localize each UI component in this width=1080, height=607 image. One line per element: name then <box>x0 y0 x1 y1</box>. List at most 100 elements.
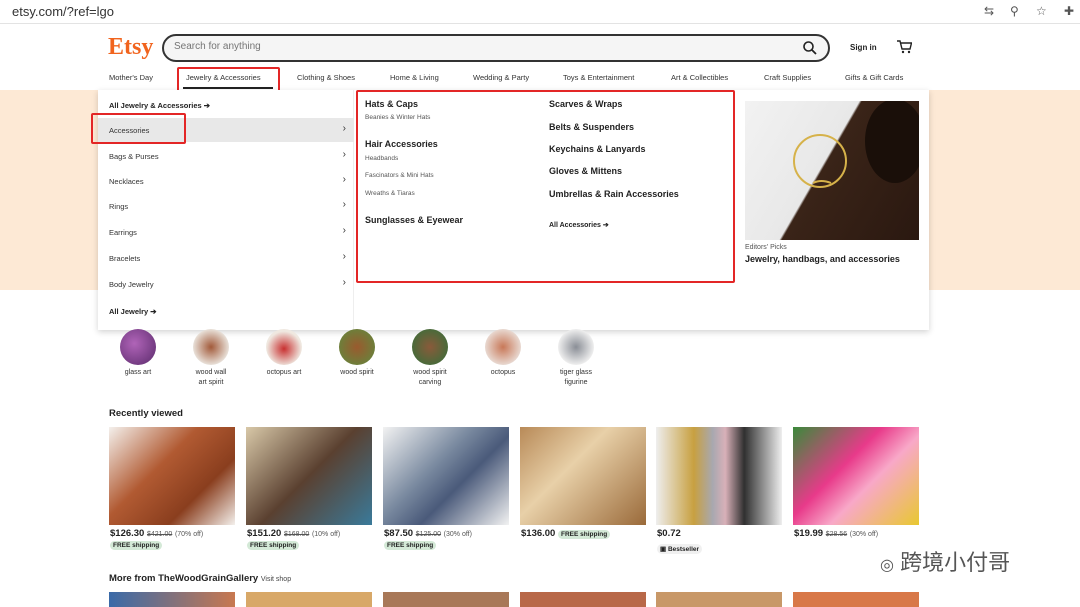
menu-item-body-jewelry[interactable]: Body Jewelry › <box>98 272 354 296</box>
product-price: $151.20 <box>247 528 282 539</box>
arrow-right-icon: ➔ <box>150 307 157 316</box>
product-original-price: $125.00 <box>415 531 442 538</box>
nav-art-collectibles[interactable]: Art & Collectibles <box>671 73 728 82</box>
product-image[interactable] <box>246 427 372 525</box>
product-original-price: $421.00 <box>146 531 173 538</box>
highlight-box-accessories <box>91 113 186 144</box>
search-circle-image[interactable] <box>412 329 448 365</box>
all-jewelry-label: All Jewelry <box>109 307 149 316</box>
nav-clothing-shoes[interactable]: Clothing & Shoes <box>297 73 355 82</box>
watermark: ◎ 跨境小付哥 <box>880 545 1010 577</box>
menu-item-label: Necklaces <box>109 177 144 186</box>
search-label[interactable]: tiger glass figurine <box>546 368 606 388</box>
search-label-line1: wood spirit <box>413 369 447 376</box>
product-discount: (70% off) <box>174 531 204 538</box>
product-price-row: $136.00 FREE shipping <box>521 528 611 539</box>
nav-gifts-gift-cards[interactable]: Gifts & Gift Cards <box>845 73 903 82</box>
all-jewelry-link[interactable]: All Jewelry ➔ <box>109 307 157 316</box>
product-price-row: $87.50 $125.00 (30% off) <box>384 528 472 539</box>
search-label[interactable]: glass art <box>108 368 168 378</box>
product-image[interactable] <box>520 427 646 525</box>
free-shipping-badge: FREE shipping <box>557 530 611 539</box>
cart-icon[interactable] <box>896 40 912 54</box>
bookmark-star-icon[interactable]: ☆ <box>1036 4 1047 18</box>
more-from-title: More from TheWoodGrainGallery Visit shop <box>109 573 291 584</box>
search-label-line1: octopus <box>490 369 516 376</box>
search-bar[interactable] <box>162 34 830 62</box>
chevron-right-icon: › <box>342 174 346 185</box>
product-discount: (30% off) <box>443 531 472 538</box>
browser-address-bar[interactable]: etsy.com/?ref=lgo ⇆ ⚲ ☆ ✚ <box>0 0 1080 24</box>
wechat-icon: ◎ <box>880 557 894 574</box>
editors-picks-image[interactable] <box>745 101 919 240</box>
search-label-line2: art spirit <box>198 379 224 386</box>
shop-item-image[interactable] <box>109 592 235 607</box>
product-original-price: $28.56 <box>825 531 848 538</box>
zoom-icon[interactable]: ⚲ <box>1010 4 1019 18</box>
product-original-price: $168.00 <box>283 531 310 538</box>
search-circle-image[interactable] <box>120 329 156 365</box>
search-label-line1: tiger glass <box>560 369 592 376</box>
sign-in-link[interactable]: Sign in <box>850 43 877 52</box>
search-circle-image[interactable] <box>558 329 594 365</box>
menu-item-label: Earrings <box>109 228 137 237</box>
search-circle-image[interactable] <box>266 329 302 365</box>
all-jewelry-accessories-link[interactable]: All Jewelry & Accessories ➔ <box>109 101 210 110</box>
nav-home-living[interactable]: Home & Living <box>390 73 439 82</box>
product-image[interactable] <box>793 427 919 525</box>
search-label[interactable]: wood spirit <box>327 368 387 378</box>
nav-wedding-party[interactable]: Wedding & Party <box>473 73 529 82</box>
menu-item-bracelets[interactable]: Bracelets › <box>98 246 354 270</box>
menu-item-rings[interactable]: Rings › <box>98 194 354 218</box>
shop-item-image[interactable] <box>246 592 372 607</box>
search-label[interactable]: wood wall art spirit <box>181 368 241 388</box>
search-label[interactable]: octopus <box>473 368 533 378</box>
free-shipping-badge: FREE shipping <box>247 541 300 550</box>
product-discount: (30% off) <box>849 531 879 538</box>
search-label[interactable]: octopus art <box>254 368 314 378</box>
extensions-icon[interactable]: ✚ <box>1064 4 1074 18</box>
search-label-line1: glass art <box>124 369 152 376</box>
product-price-row: $0.72 <box>657 528 681 539</box>
chevron-right-icon: › <box>342 251 346 262</box>
visit-shop-link[interactable]: Visit shop <box>261 576 291 583</box>
product-price: $19.99 <box>794 528 824 539</box>
search-label[interactable]: wood spirit carving <box>400 368 460 388</box>
arrow-right-icon: ➔ <box>203 101 211 110</box>
nav-mothers-day[interactable]: Mother's Day <box>109 73 153 82</box>
search-label-line1: octopus art <box>266 369 302 376</box>
watermark-text: 跨境小付哥 <box>900 550 1011 575</box>
translate-icon[interactable]: ⇆ <box>984 4 994 18</box>
search-circle-image[interactable] <box>485 329 521 365</box>
editors-picks-title[interactable]: Jewelry, handbags, and accessories <box>745 254 900 264</box>
search-circle-image[interactable] <box>339 329 375 365</box>
product-image[interactable] <box>383 427 509 525</box>
nav-craft-supplies[interactable]: Craft Supplies <box>764 73 811 82</box>
product-price: $136.00 <box>521 528 556 539</box>
search-circle-image[interactable] <box>193 329 229 365</box>
product-price-row: $126.30 $421.00 (70% off) <box>110 528 203 539</box>
shop-item-image[interactable] <box>520 592 646 607</box>
chevron-right-icon: › <box>342 225 346 236</box>
product-image[interactable] <box>109 427 235 525</box>
bestseller-badge: ▣ Bestseller <box>657 544 703 554</box>
menu-item-bags-purses[interactable]: Bags & Purses › <box>98 144 354 168</box>
menu-item-necklaces[interactable]: Necklaces › <box>98 169 354 193</box>
product-price: $0.72 <box>657 528 681 539</box>
menu-item-earrings[interactable]: Earrings › <box>98 220 354 244</box>
search-input[interactable] <box>174 41 774 52</box>
product-price: $126.30 <box>110 528 145 539</box>
menu-item-label: Body Jewelry <box>109 280 154 289</box>
menu-item-label: Rings <box>109 202 129 211</box>
nav-toys-entertainment[interactable]: Toys & Entertainment <box>563 73 634 82</box>
shop-item-image[interactable] <box>383 592 509 607</box>
search-icon[interactable] <box>802 40 818 56</box>
shop-item-image[interactable] <box>793 592 919 607</box>
product-image[interactable] <box>656 427 782 525</box>
etsy-logo[interactable]: Etsy <box>108 34 153 61</box>
shop-item-image[interactable] <box>656 592 782 607</box>
chevron-right-icon: › <box>342 277 346 288</box>
product-price: $87.50 <box>384 528 414 539</box>
product-price-row: $19.99 $28.56 (30% off) <box>794 528 878 539</box>
url-text[interactable]: etsy.com/?ref=lgo <box>12 4 114 19</box>
